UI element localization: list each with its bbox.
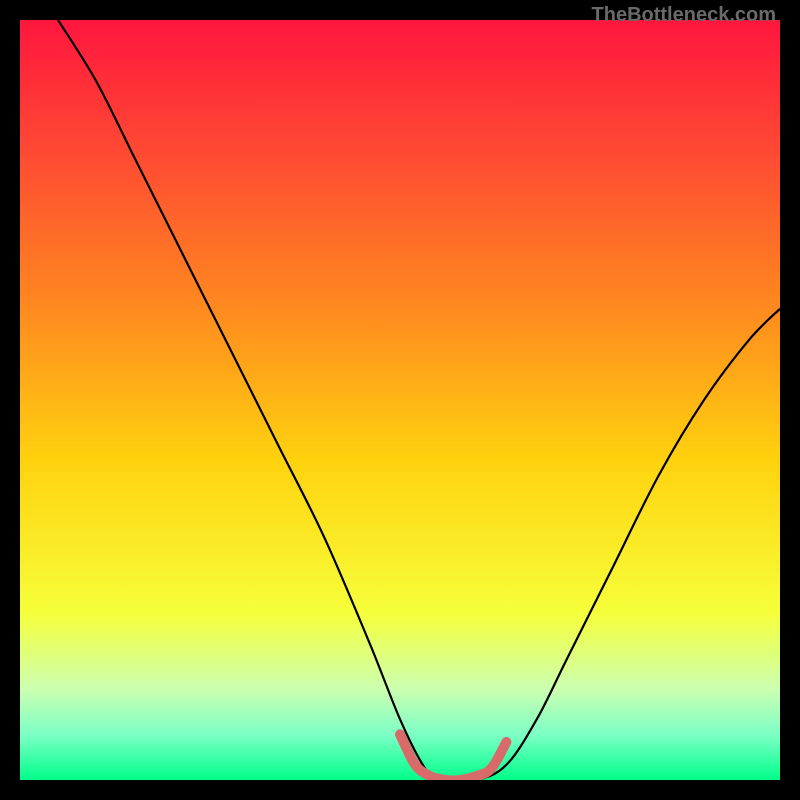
chart-frame bbox=[20, 20, 780, 780]
gradient-background bbox=[20, 20, 780, 780]
bottleneck-plot bbox=[20, 20, 780, 780]
watermark-text: TheBottleneck.com bbox=[592, 4, 776, 27]
